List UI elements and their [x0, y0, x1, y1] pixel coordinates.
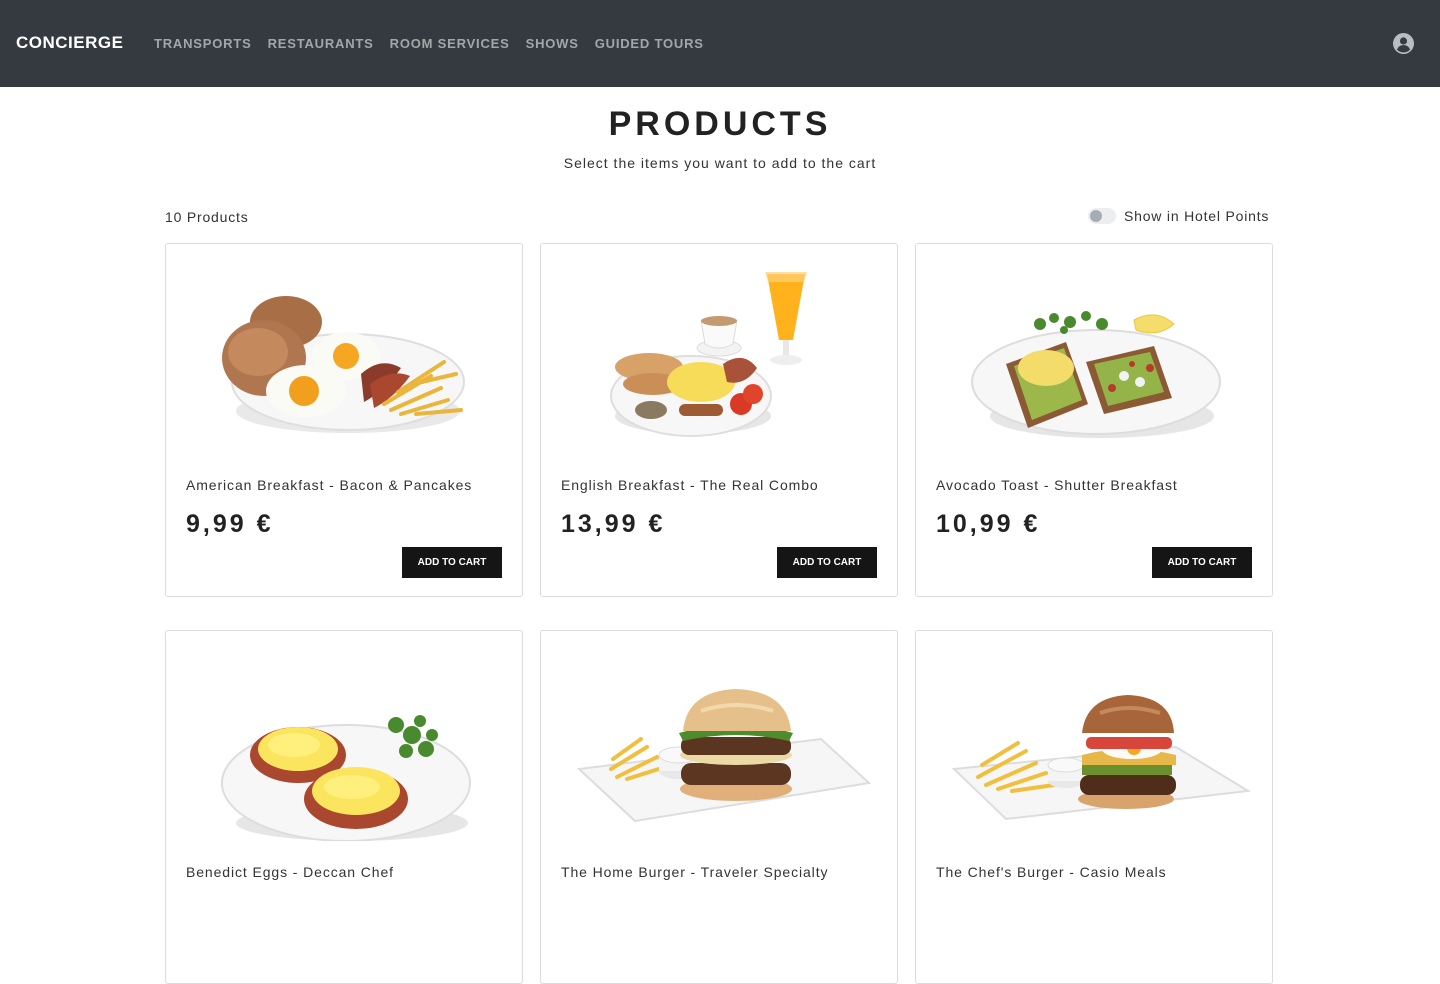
product-name[interactable]: Avocado Toast - Shutter Breakfast — [936, 477, 1178, 493]
product-image[interactable] — [561, 651, 879, 841]
hotel-points-toggle[interactable]: Show in Hotel Points — [1088, 208, 1269, 224]
product-price: 10,99 € — [936, 510, 1041, 538]
product-card: The Home Burger - Traveler Specialty — [540, 630, 898, 984]
product-name[interactable]: The Chef's Burger - Casio Meals — [936, 864, 1167, 880]
brand-logo[interactable]: CONCIERGE — [16, 33, 123, 53]
product-name[interactable]: Benedict Eggs - Deccan Chef — [186, 864, 394, 880]
page-title: PRODUCTS — [608, 105, 832, 143]
nav-restaurants[interactable]: RESTAURANTS — [268, 36, 374, 51]
product-image[interactable] — [936, 651, 1254, 841]
product-image[interactable] — [936, 264, 1254, 454]
product-name[interactable]: American Breakfast - Bacon & Pancakes — [186, 477, 472, 493]
product-name[interactable]: The Home Burger - Traveler Specialty — [561, 864, 828, 880]
product-card: English Breakfast - The Real Combo 13,99… — [540, 243, 898, 597]
nav-transports[interactable]: TRANSPORTS — [154, 36, 252, 51]
add-to-cart-button[interactable]: ADD TO CART — [402, 547, 502, 578]
page-subtitle: Select the items you want to add to the … — [563, 155, 877, 171]
toggle-label: Show in Hotel Points — [1124, 208, 1270, 224]
product-count: 10 Products — [165, 209, 249, 225]
top-navbar: CONCIERGE TRANSPORTS RESTAURANTS ROOM SE… — [0, 0, 1440, 87]
nav-room-services[interactable]: ROOM SERVICES — [390, 36, 510, 51]
product-price: 9,99 € — [186, 510, 274, 538]
product-image[interactable] — [186, 651, 504, 841]
product-image[interactable] — [561, 264, 879, 454]
product-card: American Breakfast - Bacon & Pancakes 9,… — [165, 243, 523, 597]
add-to-cart-button[interactable]: ADD TO CART — [1152, 547, 1252, 578]
user-avatar-icon[interactable] — [1393, 33, 1414, 54]
product-card: The Chef's Burger - Casio Meals — [915, 630, 1273, 984]
add-to-cart-button[interactable]: ADD TO CART — [777, 547, 877, 578]
main-nav: TRANSPORTS RESTAURANTS ROOM SERVICES SHO… — [154, 36, 704, 51]
toggle-knob — [1090, 210, 1102, 222]
product-price: 13,99 € — [561, 510, 666, 538]
nav-shows[interactable]: SHOWS — [526, 36, 579, 51]
product-card: Avocado Toast - Shutter Breakfast 10,99 … — [915, 243, 1273, 597]
product-name[interactable]: English Breakfast - The Real Combo — [561, 477, 819, 493]
toggle-switch[interactable] — [1088, 208, 1116, 224]
product-image[interactable] — [186, 264, 504, 454]
nav-guided-tours[interactable]: GUIDED TOURS — [595, 36, 704, 51]
product-card: Benedict Eggs - Deccan Chef — [165, 630, 523, 984]
